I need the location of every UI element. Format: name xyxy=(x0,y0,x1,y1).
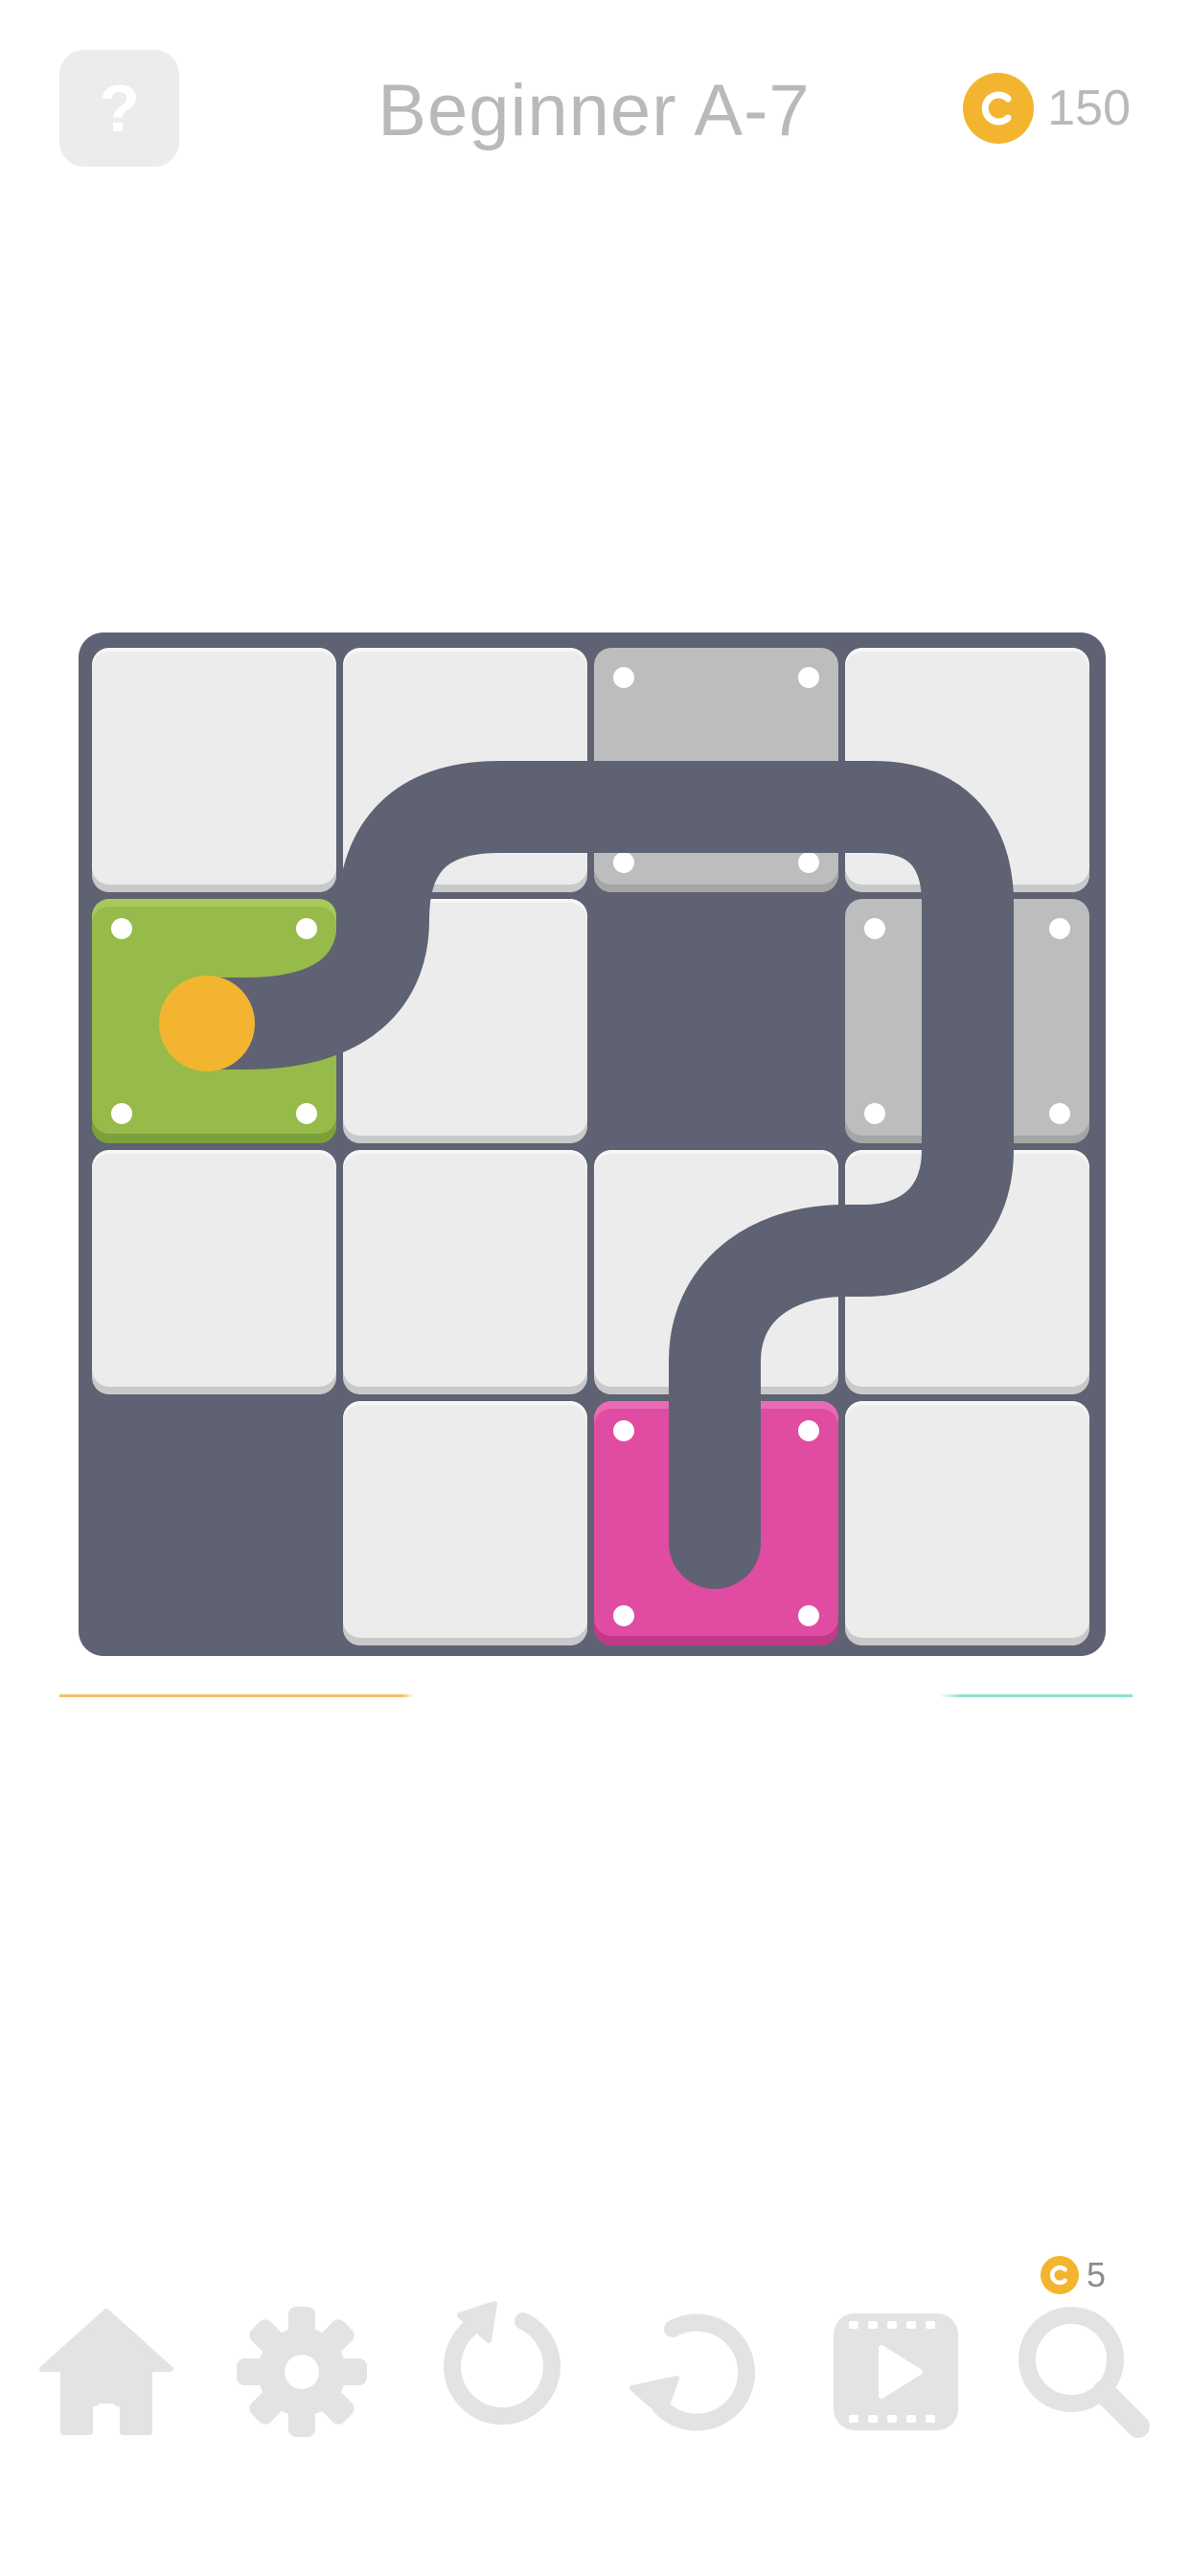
screw-icon xyxy=(111,918,132,939)
screw-icon xyxy=(613,1605,634,1626)
screw-icon xyxy=(613,852,634,873)
board-tile[interactable] xyxy=(845,1150,1089,1394)
help-label: ? xyxy=(99,71,140,146)
coin-count: 150 xyxy=(1047,80,1131,136)
home-button[interactable] xyxy=(34,2300,178,2444)
screw-icon xyxy=(296,918,317,939)
board-tile[interactable] xyxy=(845,648,1089,892)
fixed-tile xyxy=(594,648,838,892)
start-tile xyxy=(92,899,336,1143)
screw-icon xyxy=(111,1103,132,1124)
undo-icon xyxy=(629,2313,756,2431)
board-tile[interactable] xyxy=(343,648,587,892)
video-button[interactable] xyxy=(824,2300,968,2444)
restart-button[interactable] xyxy=(427,2300,571,2444)
help-button[interactable]: ? xyxy=(59,50,179,167)
screw-icon xyxy=(1049,918,1070,939)
coin-icon xyxy=(963,73,1035,144)
end-tile xyxy=(594,1401,838,1645)
board-tile[interactable] xyxy=(92,648,336,892)
screw-icon xyxy=(798,667,819,688)
divider-ribbon xyxy=(59,1694,1133,1697)
coin-icon xyxy=(1041,2256,1079,2294)
screw-icon xyxy=(864,1103,885,1124)
undo-button[interactable] xyxy=(623,2300,767,2444)
puzzle-board xyxy=(79,632,1106,1656)
screw-icon xyxy=(296,1103,317,1124)
coin-balance: 150 xyxy=(963,73,1131,144)
fixed-tile xyxy=(845,899,1089,1143)
board-tile[interactable] xyxy=(845,1401,1089,1645)
screw-icon xyxy=(798,852,819,873)
board-tile[interactable] xyxy=(92,1150,336,1394)
video-icon xyxy=(834,2313,958,2430)
screw-icon xyxy=(1049,1103,1070,1124)
settings-button[interactable] xyxy=(230,2300,374,2444)
hint-button[interactable] xyxy=(1012,2300,1156,2444)
screw-icon xyxy=(798,1605,819,1626)
hint-search-icon xyxy=(1018,2307,1150,2438)
restart-icon xyxy=(444,2301,561,2426)
board-tile[interactable] xyxy=(343,1401,587,1645)
screw-icon xyxy=(613,667,634,688)
home-icon xyxy=(39,2309,173,2435)
board-tile[interactable] xyxy=(594,1150,838,1394)
board-tile[interactable] xyxy=(343,899,587,1143)
screw-icon xyxy=(613,1420,634,1441)
hint-cost-value: 5 xyxy=(1087,2255,1107,2294)
hint-cost: 5 xyxy=(1041,2254,1106,2296)
settings-icon xyxy=(237,2307,367,2437)
level-title: Beginner A-7 xyxy=(378,69,811,151)
screw-icon xyxy=(798,1420,819,1441)
screw-icon xyxy=(864,918,885,939)
board-tile[interactable] xyxy=(343,1150,587,1394)
